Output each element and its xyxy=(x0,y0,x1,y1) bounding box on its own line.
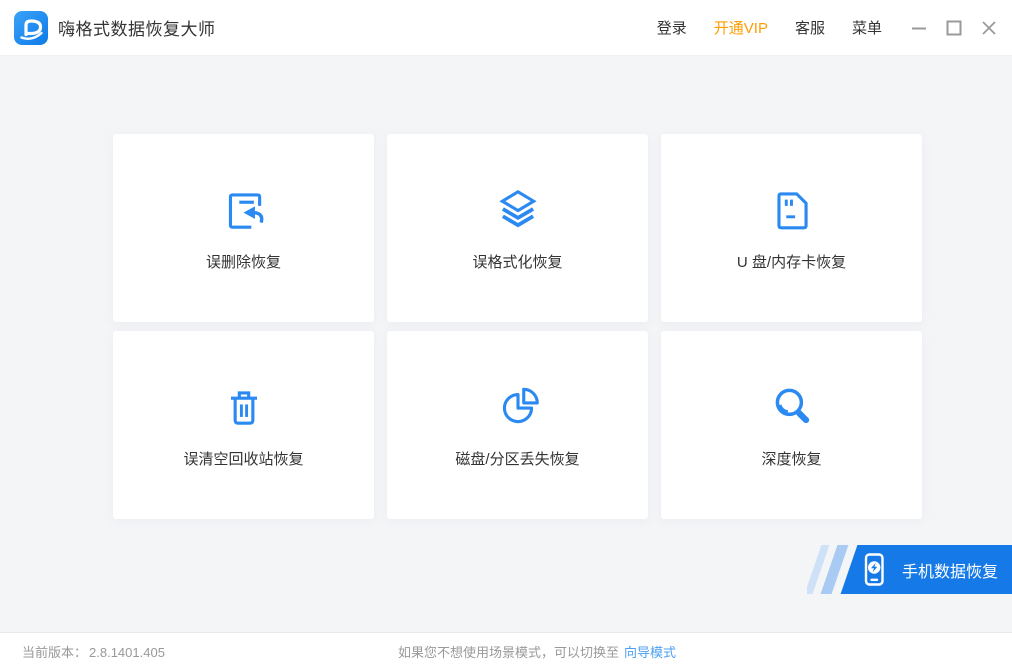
window-controls xyxy=(908,17,1000,39)
app-title: 嗨格式数据恢复大师 xyxy=(58,15,216,40)
phone-button-content: 手机数据恢复 xyxy=(859,545,998,594)
mode-switch-hint: 如果您不想使用场景模式，可以切换至向导模式 xyxy=(398,642,676,661)
minimize-icon xyxy=(910,19,928,37)
sd-card-icon xyxy=(767,184,817,234)
minimize-button[interactable] xyxy=(908,17,930,39)
top-nav: 登录 开通VIP 客服 菜单 xyxy=(657,17,882,38)
card-deleted-file-recovery[interactable]: 误删除恢复 xyxy=(113,134,374,322)
title-bar: 嗨格式数据恢复大师 登录 开通VIP 客服 菜单 xyxy=(0,0,1012,56)
hint-text: 如果您不想使用场景模式，可以切换至 xyxy=(398,645,619,660)
card-partition-loss-recovery[interactable]: 磁盘/分区丢失恢复 xyxy=(387,331,648,519)
magnifier-icon xyxy=(767,381,817,431)
close-icon xyxy=(980,19,998,37)
maximize-icon xyxy=(945,19,963,37)
nav-support[interactable]: 客服 xyxy=(795,17,825,38)
maximize-button[interactable] xyxy=(943,17,965,39)
card-label: 误清空回收站恢复 xyxy=(183,448,303,469)
card-recycle-bin-recovery[interactable]: 误清空回收站恢复 xyxy=(113,331,374,519)
card-label: 误格式化恢复 xyxy=(472,251,562,272)
wizard-mode-link[interactable]: 向导模式 xyxy=(624,645,676,660)
card-label: 误删除恢复 xyxy=(206,251,281,272)
card-label: 磁盘/分区丢失恢复 xyxy=(455,448,579,469)
nav-vip[interactable]: 开通VIP xyxy=(714,17,768,38)
phone-button-label: 手机数据恢复 xyxy=(902,558,998,582)
version-label: 当前版本： xyxy=(22,645,87,660)
recovery-cards-grid: 误删除恢复 误格式化恢复 U 盘/内存卡恢复 xyxy=(113,134,922,519)
pie-disk-icon xyxy=(493,381,543,431)
scene-mode-panel: 误删除恢复 误格式化恢复 U 盘/内存卡恢复 xyxy=(0,56,1012,632)
version-info: 当前版本：2.8.1401.405 xyxy=(20,642,165,661)
phone-data-recovery-button[interactable]: 手机数据恢复 xyxy=(807,545,1012,594)
card-format-recovery[interactable]: 误格式化恢复 xyxy=(387,134,648,322)
version-value: 2.8.1401.405 xyxy=(89,645,165,660)
phone-recovery-icon xyxy=(859,551,889,589)
nav-login[interactable]: 登录 xyxy=(657,17,687,38)
nav-menu[interactable]: 菜单 xyxy=(852,17,882,38)
close-button[interactable] xyxy=(978,17,1000,39)
status-bar: 当前版本：2.8.1401.405 如果您不想使用场景模式，可以切换至向导模式 xyxy=(0,632,1012,669)
card-label: 深度恢复 xyxy=(761,448,821,469)
layers-icon xyxy=(493,184,543,234)
card-usb-sdcard-recovery[interactable]: U 盘/内存卡恢复 xyxy=(661,134,922,322)
card-label: U 盘/内存卡恢复 xyxy=(737,251,846,272)
card-deep-recovery[interactable]: 深度恢复 xyxy=(661,331,922,519)
trash-icon xyxy=(219,381,269,431)
app-logo-d-icon xyxy=(14,11,48,45)
file-restore-icon xyxy=(219,184,269,234)
